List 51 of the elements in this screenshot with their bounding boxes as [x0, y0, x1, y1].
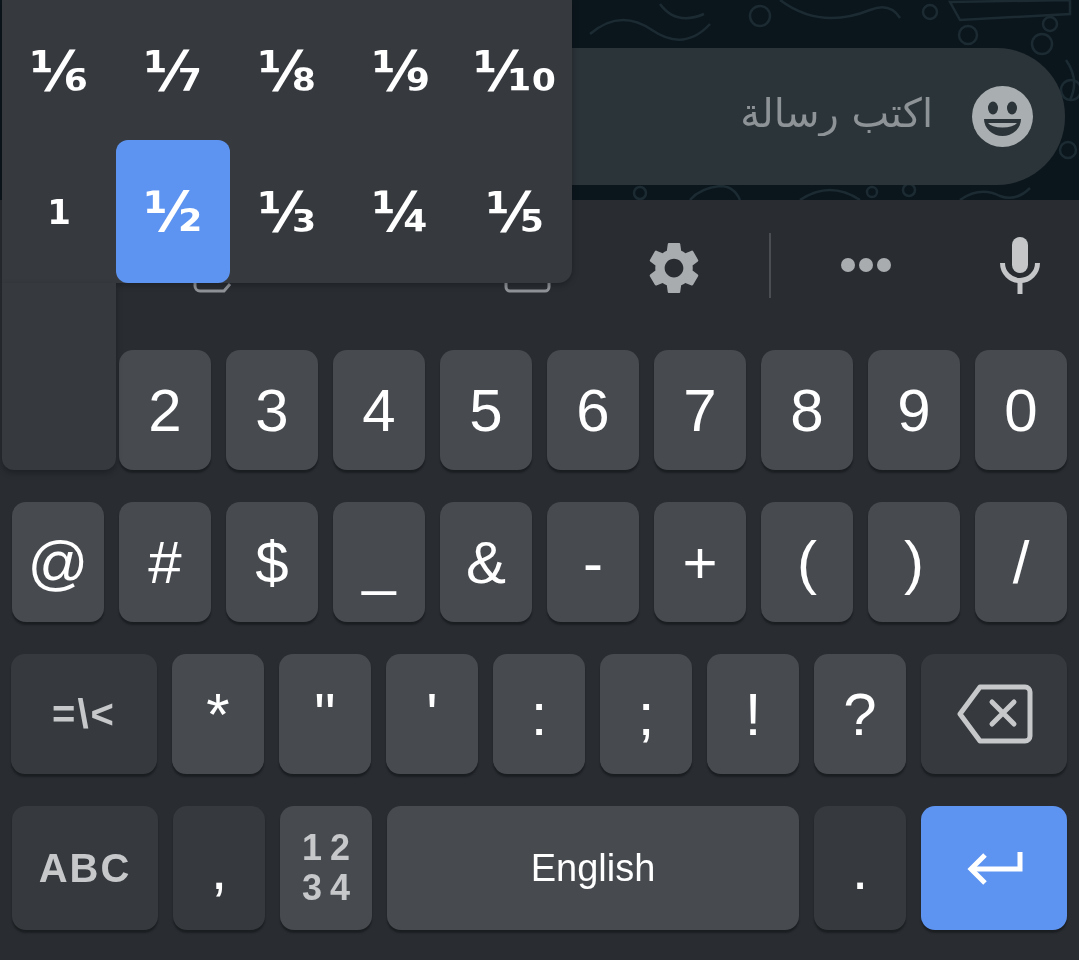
symbol-key[interactable]: " [279, 654, 371, 774]
mode-switch-key[interactable]: ABC [12, 806, 158, 930]
emoji-icon[interactable] [972, 86, 1033, 147]
number-key[interactable]: 8 [761, 350, 853, 470]
fraction-key[interactable]: ⅑ [344, 0, 458, 140]
symbol-key[interactable]: & [440, 502, 532, 622]
settings-icon[interactable] [649, 241, 699, 293]
fraction-key[interactable]: ⅓ [230, 140, 344, 283]
symbol-key[interactable]: ! [707, 654, 799, 774]
symbol-key[interactable]: @ [12, 502, 104, 622]
number-key[interactable]: 7 [654, 350, 746, 470]
backspace-icon [955, 684, 1033, 744]
symbol-key[interactable]: ? [814, 654, 906, 774]
partial-icon[interactable] [193, 283, 233, 293]
fraction-key[interactable]: ⅛ [230, 0, 344, 140]
symbol-key[interactable]: # [119, 502, 211, 622]
number-key[interactable]: 5 [440, 350, 532, 470]
partial-icon[interactable] [504, 283, 551, 293]
microphone-icon[interactable] [999, 236, 1041, 294]
symbol-key[interactable]: ' [386, 654, 478, 774]
punctuation-key[interactable]: , [173, 806, 265, 930]
number-key[interactable]: 0 [975, 350, 1067, 470]
symbol-key[interactable]: ; [600, 654, 692, 774]
symbol-key[interactable]: : [493, 654, 585, 774]
digit-key[interactable]: 1 [2, 140, 116, 283]
symbol-key[interactable]: $ [226, 502, 318, 622]
enter-icon [965, 850, 1023, 886]
number-key[interactable]: 6 [547, 350, 639, 470]
number-key[interactable]: 9 [868, 350, 960, 470]
symbol-key[interactable]: _ [333, 502, 425, 622]
more-icon[interactable] [841, 258, 891, 272]
symbol-key[interactable]: * [172, 654, 264, 774]
symbol-key[interactable]: ( [761, 502, 853, 622]
mode-switch-key[interactable]: =\< [11, 654, 157, 774]
punctuation-key[interactable]: . [814, 806, 906, 930]
symbol-key[interactable]: ) [868, 502, 960, 622]
backspace-key[interactable] [921, 654, 1067, 774]
number-key[interactable]: 2 [119, 350, 211, 470]
numpad-key[interactable]: 12 34 [280, 806, 372, 930]
fraction-key[interactable]: ⅕ [458, 140, 572, 283]
number-key[interactable]: 4 [333, 350, 425, 470]
symbol-key[interactable]: / [975, 502, 1067, 622]
space-bar[interactable]: English [387, 806, 799, 930]
symbol-key[interactable]: + [654, 502, 746, 622]
fraction-key[interactable]: ¼ [344, 140, 458, 283]
fraction-key[interactable]: ⅙ [2, 0, 116, 140]
number-key[interactable]: 3 [226, 350, 318, 470]
fraction-key[interactable]: ⅐ [116, 0, 230, 140]
enter-key[interactable] [921, 806, 1067, 930]
symbol-key[interactable]: - [547, 502, 639, 622]
fraction-key[interactable]: ⅒ [458, 0, 572, 140]
